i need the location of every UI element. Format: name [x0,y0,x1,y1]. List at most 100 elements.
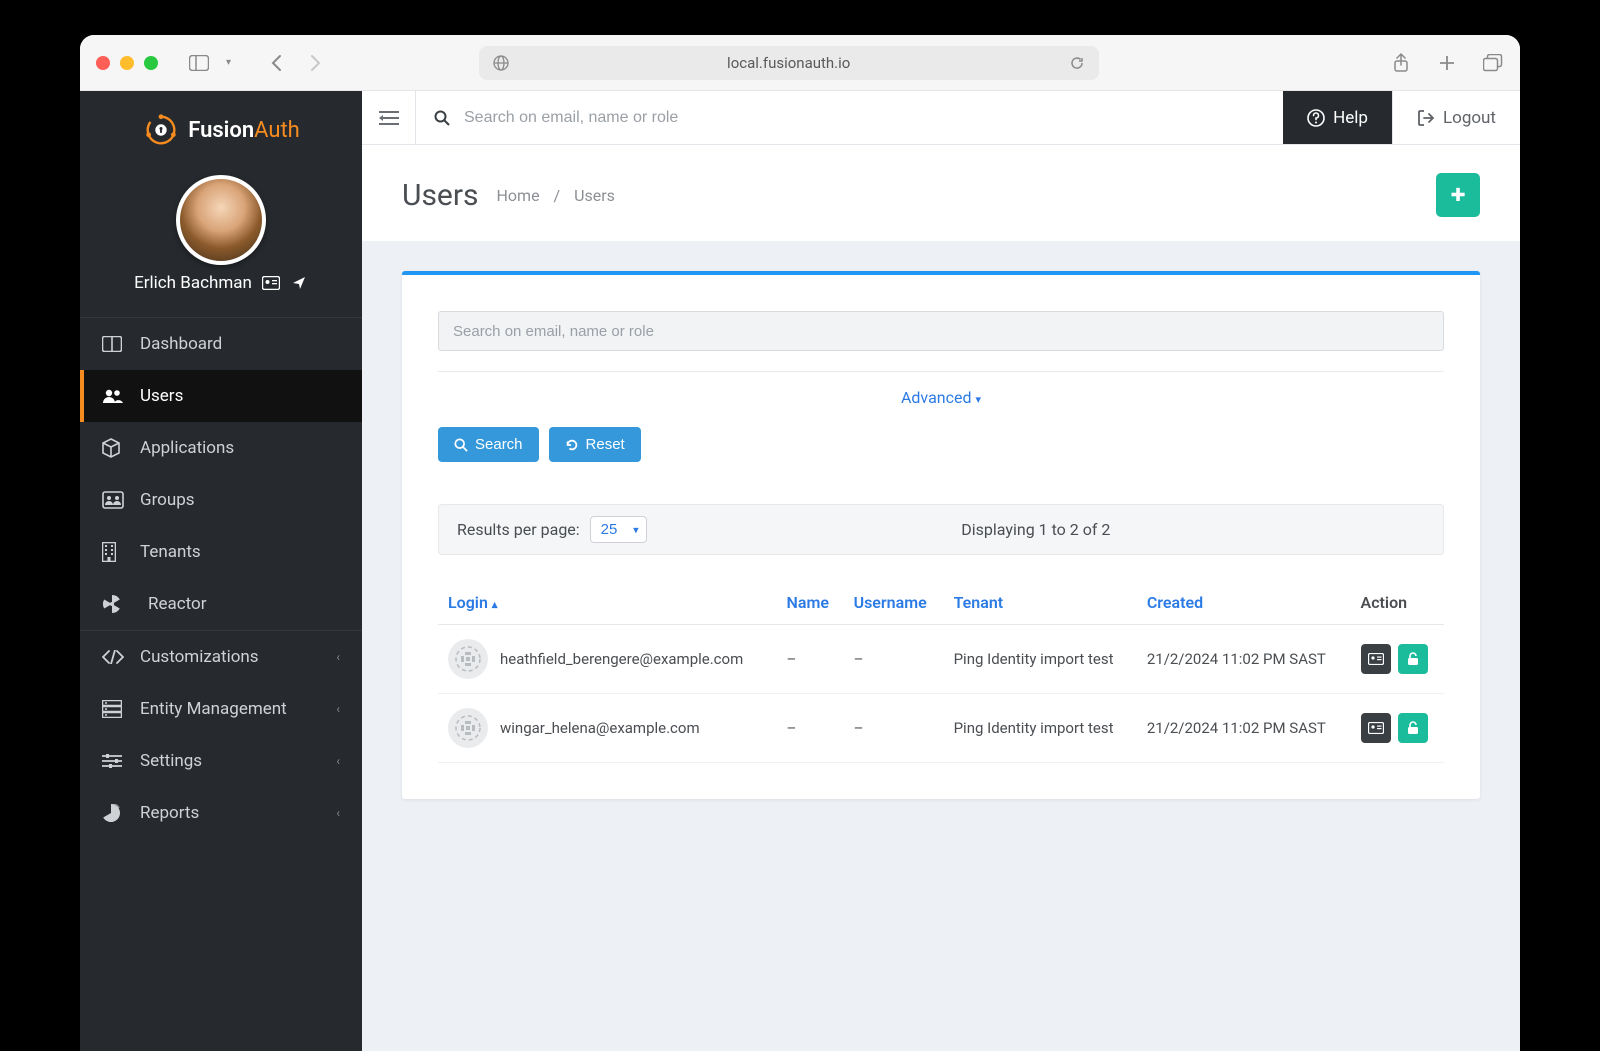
sidebar-item-entity-management[interactable]: Entity Management‹ [80,683,362,735]
breadcrumb-home[interactable]: Home [497,186,540,205]
id-card-icon[interactable] [262,274,280,292]
tabs-icon[interactable] [1482,52,1504,74]
main: Help Logout Users Home / Users ✚ [362,91,1520,1051]
sidebar-item-label: Dashboard [140,334,222,354]
toolbar-dropdown-icon[interactable]: ▾ [226,57,231,68]
share-icon[interactable] [1390,52,1412,74]
content: Advanced▾ Search Reset [362,241,1520,839]
reload-icon[interactable] [1069,55,1085,71]
window-controls [96,56,158,70]
cell-created: 21/2/2024 11:02 PM SAST [1137,625,1351,694]
close-window-icon[interactable] [96,56,110,70]
code-icon [102,650,124,664]
sidebar-item-groups[interactable]: Groups [80,474,362,526]
undo-icon [565,438,579,452]
location-arrow-icon[interactable] [290,274,308,292]
search-button[interactable]: Search [438,427,539,462]
sidebar-item-reactor[interactable]: Reactor [80,578,362,630]
browser-window: ▾ local.fusionauth.io [80,35,1520,1051]
search-icon [434,110,450,126]
sidebar-item-users[interactable]: Users [80,370,362,422]
search-buttons: Search Reset [438,427,1444,462]
table-row: heathfield_berengere@example.com––Ping I… [438,625,1444,694]
chevron-down-icon: ▾ [975,393,981,406]
per-page-select[interactable]: 25 [590,516,647,543]
display-count: Displaying 1 to 2 of 2 [961,520,1110,539]
sliders-icon [102,753,124,769]
logout-icon [1417,109,1435,127]
unlock-user-button[interactable] [1398,644,1428,674]
logout-label: Logout [1443,108,1496,128]
advanced-toggle[interactable]: Advanced▾ [901,388,981,407]
sidebar-item-dashboard[interactable]: Dashboard [80,318,362,370]
sidebar-item-tenants[interactable]: Tenants [80,526,362,578]
search-icon [454,438,468,452]
chevron-left-icon: ‹ [336,806,340,820]
sidebar-item-label: Groups [140,490,195,510]
sidebar-item-label: Reactor [148,594,207,614]
reset-button[interactable]: Reset [549,427,641,462]
help-button[interactable]: Help [1283,91,1392,144]
user-identicon [448,708,488,748]
logout-button[interactable]: Logout [1392,91,1520,144]
sidebar-item-label: Applications [140,438,234,458]
globe-icon [493,55,509,71]
logo[interactable]: FusionAuth [80,91,362,159]
sidebar-item-label: Users [140,386,183,406]
col-tenant[interactable]: Tenant [944,581,1137,625]
results-bar: Results per page: 25 Displaying 1 to 2 o… [438,504,1444,555]
collapse-sidebar-icon[interactable] [362,91,416,144]
user-identicon [448,639,488,679]
user-avatar-wrap [80,159,362,273]
breadcrumb-separator: / [554,186,561,205]
groups-icon [102,491,124,509]
sidebar-item-reports[interactable]: Reports ‹ [80,787,362,839]
topbar-search [416,109,1283,127]
page-header: Users Home / Users ✚ [362,145,1520,241]
user-name-row: Erlich Bachman [80,273,362,317]
login-email: heathfield_berengere@example.com [500,650,743,668]
breadcrumb: Home / Users [497,186,615,205]
col-login[interactable]: Login ▴ [438,581,777,625]
user-avatar[interactable] [176,175,266,265]
help-label: Help [1333,108,1368,128]
users-icon [102,388,124,404]
cell-name: – [777,694,844,763]
col-name[interactable]: Name [777,581,844,625]
panel-search-input[interactable] [438,311,1444,351]
login-email: wingar_helena@example.com [500,719,700,737]
sort-asc-icon: ▴ [492,598,498,611]
cell-username: – [844,625,944,694]
sidebar-item-settings[interactable]: Settings ‹ [80,735,362,787]
topbar-search-input[interactable] [464,109,1265,127]
col-action: Action [1351,581,1444,625]
col-created[interactable]: Created [1137,581,1351,625]
sidebar: FusionAuth Erlich Bachman Dashboard Users… [80,91,362,1051]
sidebar-item-label: Settings [140,751,202,771]
sidebar-item-customizations[interactable]: Customizations‹ [80,631,362,683]
logo-text: FusionAuth [188,118,300,143]
new-tab-icon[interactable] [1436,52,1458,74]
back-icon[interactable] [265,52,287,74]
col-username[interactable]: Username [844,581,944,625]
piechart-icon [102,804,124,822]
unlock-user-button[interactable] [1398,713,1428,743]
forward-icon[interactable] [305,52,327,74]
sidebar-item-label: Reports [140,803,199,823]
manage-user-button[interactable] [1361,713,1391,743]
sidebar-toggle-icon[interactable] [188,52,210,74]
address-bar[interactable]: local.fusionauth.io [479,46,1099,80]
cell-tenant: Ping Identity import test [944,625,1137,694]
results-per-page-label: Results per page: [457,520,580,539]
manage-user-button[interactable] [1361,644,1391,674]
users-card: Advanced▾ Search Reset [402,271,1480,799]
chevron-left-icon: ‹ [336,754,340,768]
help-icon [1307,109,1325,127]
add-user-button[interactable]: ✚ [1436,173,1480,217]
minimize-window-icon[interactable] [120,56,134,70]
sidebar-item-applications[interactable]: Applications [80,422,362,474]
advanced-row: Advanced▾ [438,371,1444,407]
id-card-icon [1368,722,1384,734]
maximize-window-icon[interactable] [144,56,158,70]
plus-icon: ✚ [1450,185,1465,206]
